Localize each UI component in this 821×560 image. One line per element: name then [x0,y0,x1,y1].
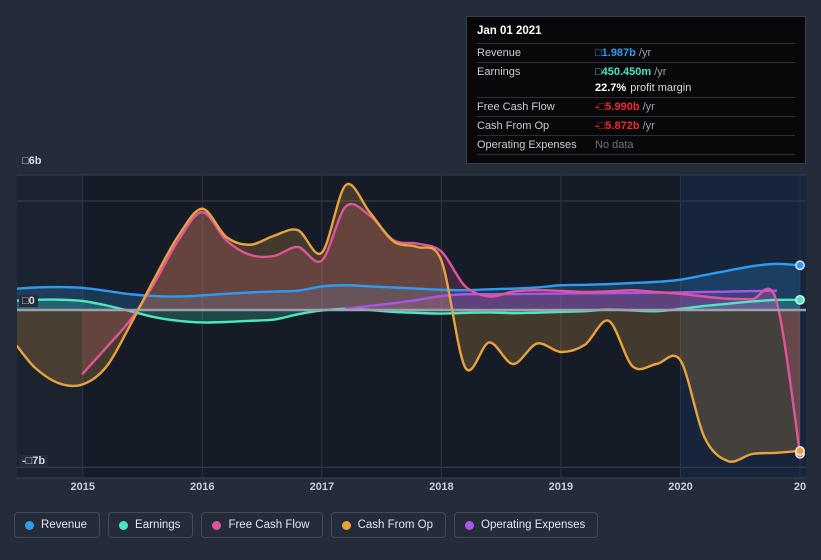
x-axis-tick-2019: 2019 [548,481,574,493]
tooltip-value-cash-from-op: -□5.872b [595,120,640,132]
tooltip-label-cash-from-op: Cash From Op [477,120,550,132]
data-tooltip: Jan 01 2021 Revenue □1.987b /yr Earnings… [466,16,806,164]
x-axis-tick-2015: 2015 [70,481,95,493]
legend-color-dot-icon [341,520,351,530]
legend-item-label: Cash From Op [357,519,434,531]
legend-item-free-cash-flow[interactable]: Free Cash Flow [201,512,323,538]
endpoint-marker-revenue [795,260,805,271]
legend-item-revenue[interactable]: Revenue [14,512,101,538]
tooltip-row-earnings: Earnings □450.450m /yr [477,62,795,81]
legend-color-dot-icon [119,520,129,530]
tooltip-label-earnings: Earnings [477,66,521,78]
legend-item-label: Operating Expenses [481,519,586,531]
legend-color-dot-icon [212,520,222,530]
tooltip-value-earnings: □450.450m [595,66,652,78]
x-axis-tick-2020: 2020 [668,481,693,493]
legend-item-label: Revenue [41,519,88,531]
x-axis-tick-2016: 2016 [190,481,215,493]
tooltip-row-profit-margin: 22.7% profit margin [477,81,795,97]
tooltip-label-revenue: Revenue [477,47,522,59]
tooltip-unit-free-cash-flow: /yr [642,101,655,113]
tooltip-value-operating-expenses: No data [595,139,634,151]
tooltip-unit-cash-from-op: /yr [642,120,655,132]
legend-item-label: Free Cash Flow [228,519,310,531]
legend-item-earnings[interactable]: Earnings [108,512,194,538]
tooltip-footer-divider [477,154,795,157]
tooltip-date: Jan 01 2021 [477,25,542,37]
legend-color-dot-icon [25,520,34,530]
legend-item-label: Earnings [135,519,181,531]
financial-chart-page: □6b □0 -□7b 2015 2016 2017 2018 2019 2020 20 J… [0,0,821,560]
tooltip-unit-earnings: /yr [654,66,667,78]
endpoint-marker-cash-from-op [795,446,805,456]
tooltip-label-free-cash-flow: Free Cash Flow [477,101,555,113]
legend-item-operating-expenses[interactable]: Operating Expenses [454,512,599,538]
x-axis-tick-2018: 2018 [429,481,454,493]
x-axis-tick-2017: 2017 [309,481,335,493]
tooltip-row-free-cash-flow: Free Cash Flow -□5.990b /yr [477,97,795,116]
tooltip-profit-margin-value: 22.7% [595,82,627,94]
tooltip-value-free-cash-flow: -□5.990b [595,101,640,113]
endpoint-marker-earnings [795,294,805,305]
tooltip-row-operating-expenses: Operating Expenses No data [477,135,795,154]
x-axis-tick-20: 20 [793,481,807,493]
tooltip-row-cash-from-op: Cash From Op -□5.872b /yr [477,116,795,135]
legend-item-cash-from-op[interactable]: Cash From Op [330,512,447,538]
tooltip-profit-margin-label: profit margin [630,82,692,94]
legend-color-dot-icon [465,520,475,530]
tooltip-row-revenue: Revenue □1.987b /yr [477,43,795,62]
chart-legend: Revenue Earnings Free Cash Flow Cash From O… [14,512,599,538]
tooltip-unit-revenue: /yr [638,47,652,59]
tooltip-label-operating-expenses: Operating Expenses [477,139,577,151]
tooltip-value-revenue: □1.987b [595,47,636,59]
y-axis-label-top: □6b [19,155,45,167]
y-axis-label-bottom: -□7b [19,455,49,467]
y-axis-label-zero: □0 [19,295,38,307]
